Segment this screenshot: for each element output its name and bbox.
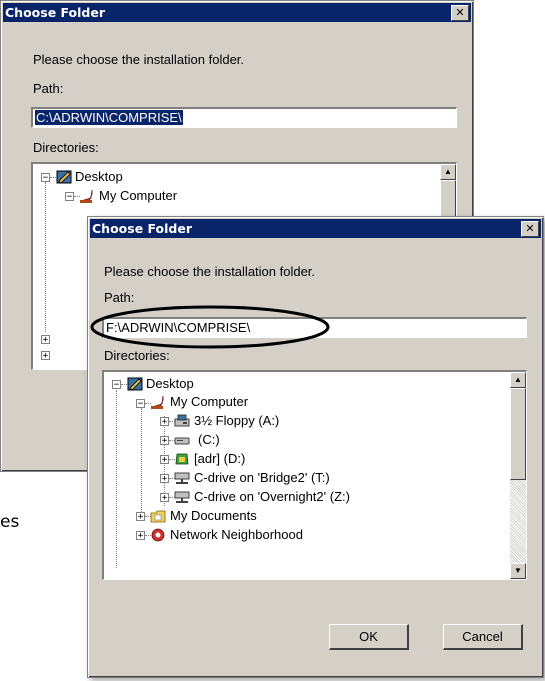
back-expand-toggle-b[interactable]: +	[41, 351, 50, 361]
front-dialog-path-value: F:\ADRWIN\COMPRISE\	[106, 320, 251, 335]
expand-toggle-t[interactable]: +	[160, 474, 169, 484]
cancel-button[interactable]: Cancel	[443, 624, 523, 650]
front-dialog-close-button[interactable]: ✕	[521, 221, 539, 237]
front-dialog: Choose Folder ✕ Please choose the instal…	[87, 216, 544, 678]
front-dialog-prompt: Please choose the installation folder.	[104, 264, 316, 279]
ok-button[interactable]: OK	[329, 624, 409, 650]
back-expand-toggle-a[interactable]: +	[41, 335, 50, 345]
tree-item-d-drive[interactable]: [adr] (D:)	[194, 450, 245, 468]
back-collapse-toggle-desktop[interactable]: −	[41, 173, 50, 183]
tree-item-c-drive[interactable]: (C:)	[198, 431, 220, 449]
expand-toggle-d[interactable]: +	[160, 455, 169, 465]
back-dialog-prompt: Please choose the installation folder.	[33, 52, 245, 67]
tree-item-t-drive[interactable]: C-drive on 'Bridge2' (T:)	[194, 469, 330, 487]
tree-item-z-drive[interactable]: C-drive on 'Overnight2' (Z:)	[194, 488, 350, 506]
back-dialog-close-button[interactable]: ✕	[451, 5, 469, 21]
network-drive-icon	[174, 489, 190, 505]
tree-item-network-neighborhood[interactable]: Network Neighborhood	[170, 526, 303, 544]
back-collapse-toggle-my-computer[interactable]: −	[65, 192, 74, 202]
network-drive-icon	[174, 470, 190, 486]
expand-toggle-my-documents[interactable]: +	[136, 512, 145, 522]
collapse-toggle-desktop[interactable]: −	[112, 380, 121, 390]
front-dialog-path-input[interactable]: F:\ADRWIN\COMPRISE\	[102, 317, 527, 338]
tree-item-floppy[interactable]: 3½ Floppy (A:)	[194, 412, 279, 430]
directory-scrollbar[interactable]: ▲ ▼	[510, 372, 526, 579]
expand-toggle-c[interactable]: +	[160, 436, 169, 446]
collapse-toggle-my-computer[interactable]: −	[136, 399, 145, 409]
scroll-up-icon[interactable]: ▲	[440, 164, 456, 180]
tree-item-my-computer[interactable]: My Computer	[170, 393, 248, 411]
back-dialog-title: Choose Folder	[5, 5, 106, 20]
expand-toggle-network[interactable]: +	[136, 531, 145, 541]
background-text-fragment: es	[0, 512, 20, 532]
cd-drive-icon	[174, 451, 190, 467]
tree-item-my-documents[interactable]: My Documents	[170, 507, 257, 525]
computer-icon	[150, 394, 166, 410]
back-dialog-titlebar[interactable]: Choose Folder ✕	[3, 3, 471, 22]
back-dialog-path-input[interactable]: C:\ADRWIN\COMPRISE\	[31, 107, 457, 128]
floppy-icon	[174, 413, 190, 429]
expand-toggle-floppy[interactable]: +	[160, 417, 169, 427]
scroll-thumb[interactable]	[510, 388, 526, 480]
computer-icon	[79, 188, 95, 204]
back-dialog-path-label: Path:	[33, 81, 64, 96]
expand-toggle-z[interactable]: +	[160, 493, 169, 503]
front-dialog-title: Choose Folder	[92, 221, 193, 236]
back-dialog-path-value: C:\ADRWIN\COMPRISE\	[35, 110, 183, 125]
back-tree-item-desktop[interactable]: Desktop	[75, 168, 123, 186]
scroll-down-icon[interactable]: ▼	[510, 563, 526, 579]
back-tree-item-my-computer[interactable]: My Computer	[99, 187, 177, 205]
documents-folder-icon	[150, 508, 166, 524]
front-dialog-path-label: Path:	[104, 290, 135, 305]
front-dialog-directory-tree[interactable]: − Desktop − My Computer + 3½ Floppy (A:)…	[102, 370, 527, 580]
hard-drive-icon	[174, 432, 190, 448]
desktop-icon	[127, 376, 143, 392]
back-dialog-directories-label: Directories:	[33, 140, 99, 155]
tree-item-desktop[interactable]: Desktop	[146, 375, 194, 393]
scroll-up-icon[interactable]: ▲	[510, 372, 526, 388]
front-dialog-titlebar[interactable]: Choose Folder ✕	[90, 219, 541, 238]
desktop-icon	[56, 169, 72, 185]
network-neighborhood-icon	[150, 527, 166, 543]
front-dialog-directories-label: Directories:	[104, 348, 170, 363]
